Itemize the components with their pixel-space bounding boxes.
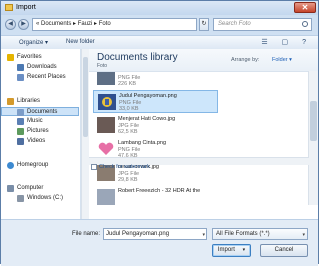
organize-menu[interactable]: Organize ▾ (19, 39, 48, 46)
sidebar-item-libraries[interactable]: Libraries (1, 97, 79, 106)
sidebar-item-music[interactable]: Music (1, 117, 79, 126)
address-bar-area: ◀ ▶ « Documents ▸ Fauzi ▸ Foto ↻ Search … (1, 15, 318, 35)
music-icon (17, 118, 24, 125)
forward-button[interactable]: ▶ (18, 19, 29, 30)
file-name: Lambang Cinta.png (118, 140, 167, 146)
back-button[interactable]: ◀ (5, 19, 16, 30)
sidebar-item-windows-c[interactable]: Windows (C:) (1, 194, 79, 203)
clock-icon (17, 74, 24, 81)
file-name-label: File name: (72, 231, 101, 237)
sidebar-item-label: Documents (27, 109, 58, 115)
folder-icon (5, 4, 13, 11)
drive-icon (17, 195, 24, 202)
file-format-value: All File Formats (*.*) (216, 231, 270, 237)
file-name-value: Judul Pengayoman.png (106, 231, 170, 237)
cancel-button[interactable]: Cancel (260, 244, 308, 257)
search-icon (302, 21, 308, 27)
sidebar-item-label: Windows (C:) (27, 195, 64, 201)
sidebar-item-label: Videos (27, 138, 46, 144)
scrollbar-thumb[interactable] (83, 57, 88, 137)
scrollbar-thumb[interactable] (310, 101, 317, 141)
sidebar-item-downloads[interactable]: Downloads (1, 63, 79, 72)
sidebar-item-computer[interactable]: Computer (1, 184, 79, 193)
image-thumbnail (97, 141, 115, 157)
library-title: Documents library (97, 52, 178, 63)
watermark-checkbox[interactable] (91, 164, 97, 170)
sidebar-item-label: Computer (17, 185, 44, 191)
list-item[interactable]: PNG File 226 KB (93, 72, 218, 89)
library-header: Documents library Foto Arrange by: Folde… (89, 49, 318, 72)
watermark-label: Check for watermark (99, 164, 150, 170)
navigation-scrollbar[interactable] (81, 49, 89, 219)
file-format-select[interactable]: All File Formats (*.*) ▾ (212, 228, 308, 240)
sidebar-item-label: Music (27, 118, 43, 124)
homegroup-icon (7, 162, 14, 169)
title-bar: Import ✕ (1, 1, 318, 15)
library-subtitle: Foto (97, 63, 108, 69)
sidebar-item-label: Favorites (17, 54, 42, 60)
star-icon (7, 54, 14, 61)
import-dialog: Import ✕ ◀ ▶ « Documents ▸ Fauzi ▸ Foto … (0, 0, 319, 266)
file-size: 226 KB (118, 81, 137, 87)
image-thumbnail (97, 117, 115, 133)
sidebar-item-label: Downloads (27, 64, 57, 70)
sidebar-item-label: Homegroup (17, 162, 49, 168)
sidebar-item-pictures[interactable]: Pictures (1, 127, 79, 136)
file-name: Robert Freeezich - 32 HDR At the (118, 188, 201, 194)
library-icon (7, 98, 14, 105)
import-label: Import (217, 247, 235, 253)
document-icon (17, 109, 24, 116)
chevron-down-icon: ▾ (242, 247, 246, 253)
sidebar-item-favorites[interactable]: Favorites (1, 53, 79, 62)
arrange-by-label: Arrange by: (231, 57, 260, 63)
sidebar-item-label: Libraries (17, 98, 41, 104)
search-input[interactable]: Search Foto (213, 18, 312, 31)
file-name-input[interactable]: Judul Pengayoman.png ▾ (103, 228, 207, 240)
file-pane: Documents library Foto Arrange by: Folde… (89, 49, 318, 219)
close-button[interactable]: ✕ (294, 2, 316, 13)
file-size: 29,8 KB (118, 177, 138, 183)
search-placeholder: Search Foto (218, 21, 251, 27)
file-name: Judul Pengayoman.png (119, 93, 177, 99)
dialog-footer: File name: Judul Pengayoman.png ▾ All Fi… (1, 219, 318, 266)
new-folder-button[interactable]: New folder (66, 39, 95, 45)
import-button[interactable]: Import ▾ (212, 244, 251, 257)
sidebar-item-label: Recent Places (27, 74, 66, 80)
view-options[interactable]: ☰ ▢ ? (261, 38, 312, 46)
file-name: Menjerat Hati Cowo.jpg (118, 116, 176, 122)
picture-icon (17, 128, 24, 135)
refresh-button[interactable]: ↻ (199, 18, 209, 31)
file-size: 62,5 KB (118, 129, 138, 135)
heart-icon (98, 142, 114, 155)
emblem-icon (102, 97, 112, 107)
sidebar-item-label: Pictures (27, 128, 49, 134)
sidebar-item-documents[interactable]: Documents (1, 107, 79, 116)
list-item[interactable]: Judul Pengayoman.png PNG File 33,0 KB (93, 90, 218, 113)
list-item[interactable]: Menjerat Hati Cowo.jpg JPG File 62,5 KB (93, 114, 218, 137)
list-item[interactable]: Robert Freeezich - 32 HDR At the (93, 186, 218, 205)
image-thumbnail (98, 94, 116, 110)
chevron-down-icon: ▾ (302, 232, 305, 238)
folder-icon (17, 64, 24, 71)
toolbar: Organize ▾ New folder ☰ ▢ ? (1, 35, 318, 50)
sidebar-item-videos[interactable]: Videos (1, 137, 79, 146)
file-size: 33,0 KB (119, 106, 139, 112)
file-list-scrollbar[interactable] (308, 71, 318, 205)
chevron-down-icon[interactable]: ▾ (202, 230, 205, 239)
computer-icon (7, 185, 14, 192)
file-list: PNG File 226 KB Judul Pengayoman.png PNG… (89, 72, 307, 205)
navigation-pane: Favorites Downloads Recent Places Librar… (1, 49, 81, 219)
sidebar-item-recent-places[interactable]: Recent Places (1, 73, 79, 82)
arrange-by-dropdown[interactable]: Folder ▾ (272, 57, 292, 63)
image-thumbnail (97, 72, 115, 85)
video-icon (17, 138, 24, 145)
image-thumbnail (97, 189, 115, 205)
sidebar-item-homegroup[interactable]: Homegroup (1, 161, 79, 170)
browser-body: Favorites Downloads Recent Places Librar… (1, 49, 318, 219)
window-title: Import (16, 4, 36, 11)
address-bar[interactable]: « Documents ▸ Fauzi ▸ Foto (32, 18, 197, 31)
